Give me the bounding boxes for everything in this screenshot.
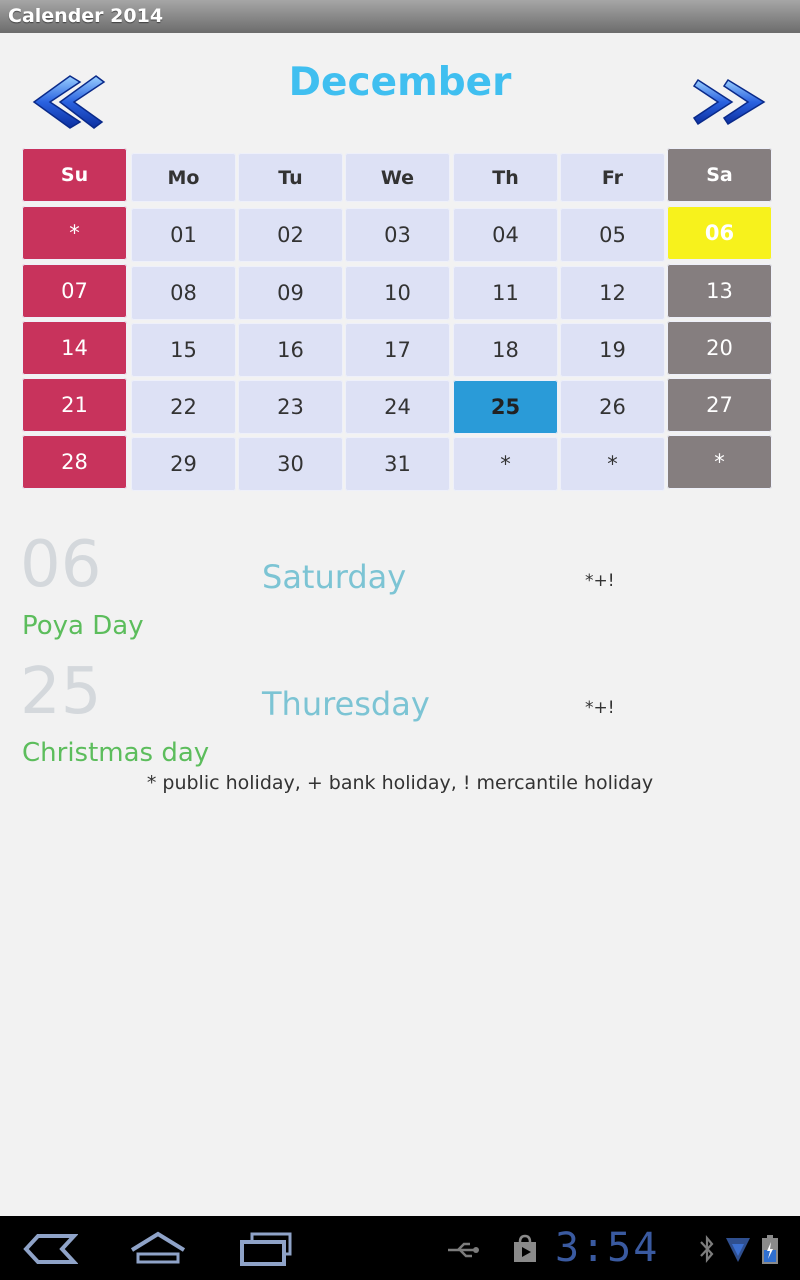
day-cell[interactable]: 15 — [131, 323, 236, 377]
day-cell[interactable]: * — [667, 435, 772, 489]
event-name: Poya Day — [22, 611, 144, 641]
day-cell[interactable]: 09 — [238, 266, 343, 320]
event-date-number: 25 — [20, 655, 102, 729]
weekday-header-saturday: Sa — [667, 148, 772, 202]
event-holiday-code: *+! — [585, 698, 615, 718]
weekday-header-monday: Mo — [131, 153, 236, 202]
day-cell[interactable]: 16 — [238, 323, 343, 377]
system-navigation-bar — [0, 1216, 800, 1280]
bluetooth-icon — [700, 1234, 714, 1264]
day-cell[interactable]: 24 — [345, 380, 450, 434]
day-cell[interactable]: 31 — [345, 437, 450, 491]
holiday-legend: * public holiday, + bank holiday, ! merc… — [146, 772, 654, 794]
day-cell[interactable]: 14 — [22, 321, 127, 375]
day-cell[interactable]: 07 — [22, 264, 127, 318]
day-cell[interactable]: 04 — [453, 208, 558, 262]
recent-apps-icon[interactable] — [236, 1230, 296, 1268]
weekday-header-thursday: Th — [453, 153, 558, 202]
day-cell[interactable]: 18 — [453, 323, 558, 377]
day-cell[interactable]: * — [560, 437, 665, 491]
weekday-header-wednesday: We — [345, 153, 450, 202]
day-cell[interactable]: * — [453, 437, 558, 491]
double-chevron-left-icon — [32, 75, 106, 129]
day-cell[interactable]: 05 — [560, 208, 665, 262]
event-weekday: Thuresday — [262, 685, 430, 723]
day-cell[interactable]: 28 — [22, 435, 127, 489]
day-cell[interactable]: 30 — [238, 437, 343, 491]
home-icon[interactable] — [128, 1228, 188, 1268]
next-month-button[interactable] — [692, 76, 768, 128]
app-title: Calender 2014 — [8, 5, 164, 27]
event-holiday-code: *+! — [585, 571, 615, 591]
app-title-bar: Calender 2014 — [0, 0, 800, 33]
day-cell-selected[interactable]: 25 — [453, 380, 558, 434]
weekday-header-sunday: Su — [22, 148, 127, 202]
day-cell-holiday[interactable]: 06 — [667, 206, 772, 260]
weekday-header-tuesday: Tu — [238, 153, 343, 202]
day-cell[interactable]: 08 — [131, 266, 236, 320]
battery-icon — [762, 1235, 778, 1264]
day-cell[interactable]: 03 — [345, 208, 450, 262]
event-date-number: 06 — [20, 528, 102, 602]
previous-month-button[interactable] — [30, 72, 106, 132]
usb-icon — [448, 1242, 479, 1258]
day-cell[interactable]: 19 — [560, 323, 665, 377]
day-cell[interactable]: 17 — [345, 323, 450, 377]
day-cell[interactable]: * — [22, 206, 127, 260]
day-cell[interactable]: 20 — [667, 321, 772, 375]
day-cell[interactable]: 01 — [131, 208, 236, 262]
back-icon[interactable] — [22, 1232, 78, 1266]
day-cell[interactable]: 10 — [345, 266, 450, 320]
month-title: December — [288, 60, 512, 105]
event-name: Christmas day — [22, 738, 210, 768]
day-cell[interactable]: 29 — [131, 437, 236, 491]
day-cell[interactable]: 27 — [667, 378, 772, 432]
event-weekday: Saturday — [262, 558, 407, 596]
day-cell[interactable]: 26 — [560, 380, 665, 434]
wifi-icon — [726, 1238, 750, 1262]
day-cell[interactable]: 12 — [560, 266, 665, 320]
day-cell[interactable]: 22 — [131, 380, 236, 434]
day-cell[interactable]: 02 — [238, 208, 343, 262]
day-cell[interactable]: 11 — [453, 266, 558, 320]
status-clock: 3:54 — [555, 1225, 660, 1271]
play-store-icon — [514, 1234, 536, 1262]
weekday-header-friday: Fr — [560, 153, 665, 202]
day-cell[interactable]: 21 — [22, 378, 127, 432]
day-cell[interactable]: 23 — [238, 380, 343, 434]
day-cell[interactable]: 13 — [667, 264, 772, 318]
double-chevron-right-icon — [692, 78, 766, 126]
